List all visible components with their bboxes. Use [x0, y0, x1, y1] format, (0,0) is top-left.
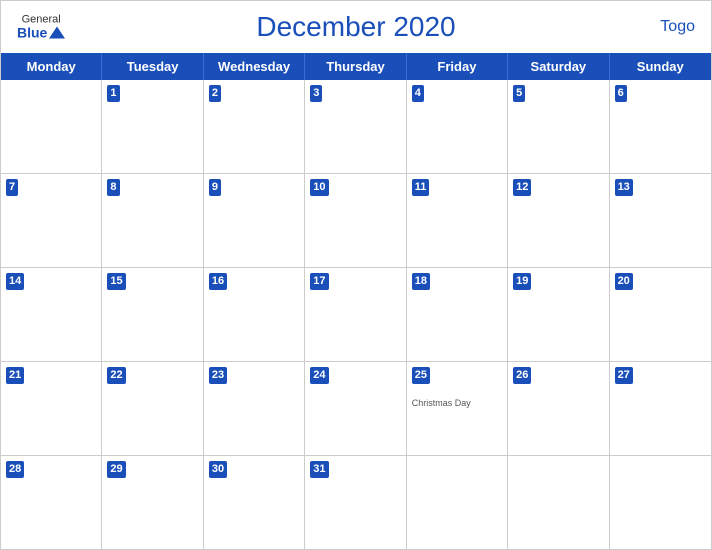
day-number: 26	[513, 367, 531, 384]
day-header: Friday	[407, 53, 508, 80]
day-cell: 27	[610, 362, 711, 455]
day-number: 12	[513, 179, 531, 196]
calendar-header: General Blue December 2020 Togo	[1, 1, 711, 53]
day-headers-row: MondayTuesdayWednesdayThursdayFridaySatu…	[1, 53, 711, 80]
day-number: 18	[412, 273, 430, 290]
logo-blue-text: Blue	[17, 26, 47, 40]
calendar-container: General Blue December 2020 Togo MondayTu…	[0, 0, 712, 550]
weeks-container: 1234567891011121314151617181920212223242…	[1, 80, 711, 549]
week-row: 28 29 30 31	[1, 456, 711, 549]
day-header: Tuesday	[102, 53, 203, 80]
day-number: 11	[412, 179, 430, 196]
logo: General Blue	[17, 15, 65, 40]
day-cell: 8	[102, 174, 203, 267]
day-cell: 23	[204, 362, 305, 455]
day-cell	[1, 80, 102, 173]
week-row: 7 8 9 10 11 12 13	[1, 174, 711, 268]
day-cell: 15	[102, 268, 203, 361]
day-cell: 4	[407, 80, 508, 173]
day-number: 5	[513, 85, 525, 102]
day-number: 24	[310, 367, 328, 384]
day-header: Saturday	[508, 53, 609, 80]
day-header: Sunday	[610, 53, 711, 80]
day-cell: 18	[407, 268, 508, 361]
day-number: 28	[6, 461, 24, 478]
day-number: 21	[6, 367, 24, 384]
day-number: 1	[107, 85, 119, 102]
day-cell	[508, 456, 609, 549]
day-number: 23	[209, 367, 227, 384]
day-cell: 12	[508, 174, 609, 267]
day-cell: 1	[102, 80, 203, 173]
day-cell	[610, 456, 711, 549]
day-cell: 20	[610, 268, 711, 361]
day-number: 31	[310, 461, 328, 478]
day-number: 6	[615, 85, 627, 102]
calendar-grid: MondayTuesdayWednesdayThursdayFridaySatu…	[1, 53, 711, 549]
day-number: 4	[412, 85, 424, 102]
day-cell: 22	[102, 362, 203, 455]
day-number: 2	[209, 85, 221, 102]
day-cell: 17	[305, 268, 406, 361]
day-number: 8	[107, 179, 119, 196]
day-number: 17	[310, 273, 328, 290]
day-cell: 24	[305, 362, 406, 455]
day-cell: 16	[204, 268, 305, 361]
day-cell: 5	[508, 80, 609, 173]
event-label: Christmas Day	[412, 398, 502, 408]
week-row: 1 2 3 4 5 6	[1, 80, 711, 174]
day-number: 25	[412, 367, 430, 384]
day-cell: 25 Christmas Day	[407, 362, 508, 455]
day-cell: 31	[305, 456, 406, 549]
logo-icon	[49, 27, 65, 39]
country-label: Togo	[660, 18, 695, 36]
week-row: 21 22 23 24 25 Christmas Day 26 27	[1, 362, 711, 456]
day-cell: 19	[508, 268, 609, 361]
day-number: 9	[209, 179, 221, 196]
day-cell: 7	[1, 174, 102, 267]
day-header: Monday	[1, 53, 102, 80]
day-number: 7	[6, 179, 18, 196]
week-row: 14 15 16 17 18 19 20	[1, 268, 711, 362]
day-cell: 13	[610, 174, 711, 267]
day-number: 27	[615, 367, 633, 384]
day-header: Wednesday	[204, 53, 305, 80]
day-number: 13	[615, 179, 633, 196]
day-cell: 21	[1, 362, 102, 455]
day-cell: 29	[102, 456, 203, 549]
day-header: Thursday	[305, 53, 406, 80]
day-number: 29	[107, 461, 125, 478]
day-cell	[407, 456, 508, 549]
calendar-title: December 2020	[256, 11, 455, 43]
day-number: 30	[209, 461, 227, 478]
day-number: 16	[209, 273, 227, 290]
day-cell: 11	[407, 174, 508, 267]
day-number: 10	[310, 179, 328, 196]
day-cell: 28	[1, 456, 102, 549]
day-number: 15	[107, 273, 125, 290]
day-number: 14	[6, 273, 24, 290]
day-number: 22	[107, 367, 125, 384]
day-cell: 30	[204, 456, 305, 549]
day-number: 20	[615, 273, 633, 290]
day-number: 3	[310, 85, 322, 102]
day-cell: 6	[610, 80, 711, 173]
day-cell: 26	[508, 362, 609, 455]
day-number: 19	[513, 273, 531, 290]
day-cell: 2	[204, 80, 305, 173]
day-cell: 3	[305, 80, 406, 173]
day-cell: 14	[1, 268, 102, 361]
day-cell: 10	[305, 174, 406, 267]
day-cell: 9	[204, 174, 305, 267]
